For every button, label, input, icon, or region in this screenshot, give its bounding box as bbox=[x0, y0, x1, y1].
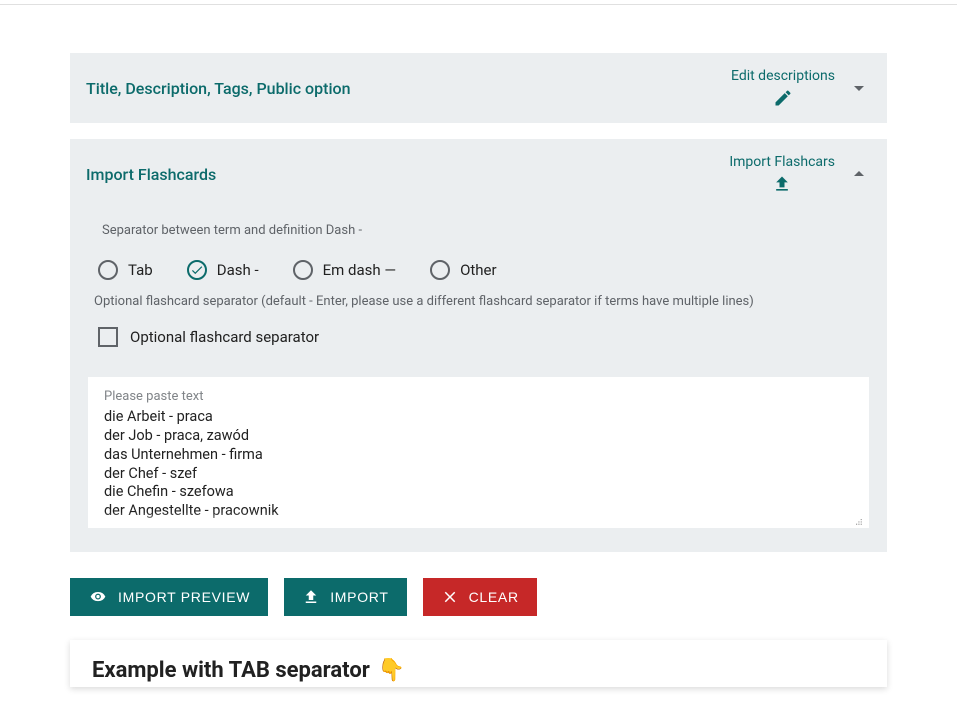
radio-other-label: Other bbox=[460, 261, 497, 279]
panel-import-title: Import Flashcards bbox=[86, 165, 729, 184]
radio-circle-icon bbox=[187, 260, 207, 280]
paste-textarea-content[interactable]: die Arbeit - praca der Job - praca, zawó… bbox=[104, 408, 853, 520]
import-preview-button[interactable]: IMPORT PREVIEW bbox=[70, 578, 268, 616]
paste-textarea-label: Please paste text bbox=[104, 389, 853, 404]
edit-descriptions-action[interactable]: Edit descriptions bbox=[731, 68, 835, 108]
radio-emdash[interactable]: Em dash — bbox=[293, 260, 396, 280]
radio-circle-icon bbox=[98, 260, 118, 280]
clear-button[interactable]: CLEAR bbox=[423, 578, 537, 616]
pencil-icon bbox=[773, 88, 793, 108]
preview-icon bbox=[88, 587, 108, 607]
point-down-emoji-icon: 👇 bbox=[378, 658, 405, 683]
example-card: Example with TAB separator 👇 bbox=[70, 640, 887, 687]
panel-import-body: Separator between term and definition Da… bbox=[70, 209, 887, 552]
chevron-up-icon bbox=[847, 162, 871, 186]
panel-descriptions: Title, Description, Tags, Public option … bbox=[70, 53, 887, 123]
radio-emdash-label: Em dash — bbox=[323, 261, 396, 279]
radio-other[interactable]: Other bbox=[430, 260, 497, 280]
radio-dash-label: Dash - bbox=[217, 261, 259, 279]
panel-import: Import Flashcards Import Flashcars Separ… bbox=[70, 139, 887, 552]
radio-circle-icon bbox=[430, 260, 450, 280]
import-button[interactable]: IMPORT bbox=[284, 578, 406, 616]
import-preview-label: IMPORT PREVIEW bbox=[118, 589, 250, 605]
radio-dash[interactable]: Dash - bbox=[187, 260, 259, 280]
panel-import-header[interactable]: Import Flashcards Import Flashcars bbox=[70, 139, 887, 209]
import-action[interactable]: Import Flashcars bbox=[729, 154, 835, 194]
checkbox-box-icon bbox=[98, 327, 118, 347]
resize-grip-icon[interactable] bbox=[849, 512, 863, 526]
radio-circle-icon bbox=[293, 260, 313, 280]
import-button-label: IMPORT bbox=[330, 589, 388, 605]
check-icon bbox=[190, 263, 204, 277]
separator-radio-group: Tab Dash - Em dash — bbox=[88, 260, 869, 280]
separator-hint: Optional flashcard separator (default - … bbox=[88, 294, 869, 309]
radio-tab-label: Tab bbox=[128, 261, 153, 279]
paste-textarea[interactable]: Please paste text die Arbeit - praca der… bbox=[88, 377, 869, 528]
radio-tab[interactable]: Tab bbox=[98, 260, 153, 280]
clear-button-label: CLEAR bbox=[469, 589, 519, 605]
separator-section-label: Separator between term and definition Da… bbox=[88, 223, 869, 238]
upload-icon bbox=[302, 588, 320, 606]
upload-icon bbox=[772, 174, 792, 194]
chevron-down-icon bbox=[847, 76, 871, 100]
close-icon bbox=[441, 588, 459, 606]
panel-descriptions-title: Title, Description, Tags, Public option bbox=[86, 79, 731, 98]
panel-descriptions-header[interactable]: Title, Description, Tags, Public option … bbox=[70, 53, 887, 123]
import-actions-row: IMPORT PREVIEW IMPORT CLEAR bbox=[70, 578, 887, 616]
optional-separator-checkbox[interactable]: Optional flashcard separator bbox=[88, 327, 869, 347]
optional-separator-label: Optional flashcard separator bbox=[130, 328, 319, 346]
import-action-label: Import Flashcars bbox=[729, 154, 835, 170]
example-title: Example with TAB separator bbox=[92, 658, 370, 683]
edit-descriptions-label: Edit descriptions bbox=[731, 68, 835, 84]
